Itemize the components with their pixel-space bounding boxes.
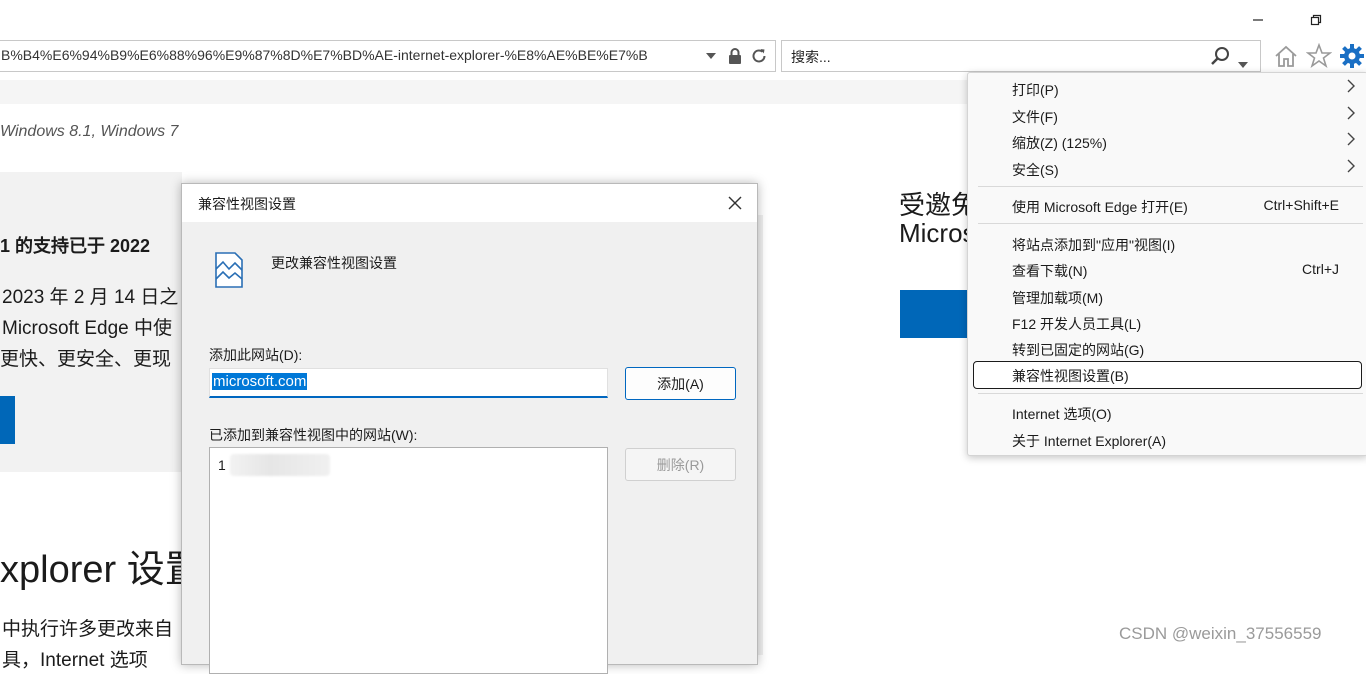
menu-item-label: 打印(P): [1012, 82, 1059, 98]
dialog-title-bar[interactable]: 兼容性视图设置: [182, 184, 757, 222]
search-icon[interactable]: [1210, 46, 1232, 70]
added-sites-label: 已添加到兼容性视图中的网站(W):: [209, 427, 418, 443]
refresh-icon[interactable]: [749, 46, 769, 66]
menu-item-label: Internet 选项(O): [1012, 406, 1112, 422]
add-site-input[interactable]: microsoft.com: [209, 368, 608, 398]
menu-item-label: 管理加载项(M): [1012, 290, 1103, 306]
dialog-title: 兼容性视图设置: [198, 196, 296, 212]
tools-gear-icon[interactable]: [1338, 42, 1366, 70]
notice-action-button[interactable]: [0, 396, 15, 444]
submenu-chevron-icon: [1347, 106, 1355, 124]
submenu-chevron-icon: [1347, 132, 1355, 150]
menu-item-label: 文件(F): [1012, 109, 1058, 125]
address-bar[interactable]: B%B4%E6%94%B9%E6%88%96%E9%87%8D%E7%BD%AE…: [0, 40, 776, 72]
menu-item-file[interactable]: 文件(F): [968, 103, 1366, 129]
close-icon[interactable]: [721, 190, 749, 216]
menu-separator: [978, 393, 1363, 394]
redacted-text-blur: [229, 454, 330, 476]
submenu-chevron-icon: [1347, 159, 1355, 177]
minimize-icon[interactable]: [1243, 8, 1273, 32]
add-button[interactable]: 添加(A): [625, 367, 736, 400]
list-item-text: 1: [218, 457, 226, 473]
tools-context-menu: 打印(P) 文件(F) 缩放(Z) (125%) 安全(S) 使用 Microsoft …: [967, 72, 1366, 456]
menu-item-view-downloads[interactable]: 查看下载(N) Ctrl+J: [968, 257, 1366, 283]
menu-item-label: 将站点添加到"应用"视图(I): [1012, 237, 1176, 253]
add-site-label: 添加此网站(D):: [209, 347, 303, 363]
menu-item-zoom[interactable]: 缩放(Z) (125%): [968, 129, 1366, 155]
menu-item-add-site-to-apps[interactable]: 将站点添加到"应用"视图(I): [968, 231, 1366, 257]
body-paragraph-line-2: 具，Internet 选项: [2, 650, 148, 671]
applies-to-text: Windows 8.1, Windows 7: [0, 123, 179, 140]
title-bar: [0, 0, 1366, 38]
menu-item-go-to-pinned-sites[interactable]: 转到已固定的网站(G): [968, 336, 1366, 362]
menu-item-label: 查看下载(N): [1012, 263, 1088, 279]
menu-separator: [978, 186, 1363, 187]
notice-paragraph-line-1: 2023 年 2 月 14 日之: [2, 287, 179, 308]
dialog-heading: 更改兼容性视图设置: [271, 255, 397, 271]
compatibility-view-dialog: 兼容性视图设置 更改兼容性视图设置 添加此网站(D): microsoft.co…: [181, 183, 758, 674]
menu-item-label: F12 开发人员工具(L): [1012, 316, 1142, 332]
menu-item-label: 转到已固定的网站(G): [1012, 342, 1145, 358]
favorites-star-icon[interactable]: [1305, 42, 1333, 70]
list-item[interactable]: 1: [218, 454, 330, 476]
support-notice-title: 1 的支持已于 2022: [0, 236, 151, 256]
menu-separator: [978, 223, 1363, 224]
notice-paragraph-line-3: 更快、更安全、更现: [0, 349, 172, 370]
submenu-chevron-icon: [1347, 79, 1355, 97]
promo-heading-line-1: 受邀免: [899, 190, 978, 220]
menu-item-label: 安全(S): [1012, 162, 1059, 178]
notice-paragraph-line-2: Microsoft Edge 中使: [2, 318, 172, 339]
body-paragraph-line-1: 中执行许多更改来自: [2, 619, 174, 640]
menu-item-label: 兼容性视图设置(B): [1012, 368, 1129, 384]
menu-item-label: 关于 Internet Explorer(A): [1012, 433, 1167, 449]
address-url-text[interactable]: B%B4%E6%94%B9%E6%88%96%E9%87%8D%E7%BD%AE…: [1, 47, 701, 63]
menu-item-about-internet-explorer[interactable]: 关于 Internet Explorer(A): [968, 427, 1366, 453]
menu-item-manage-addons[interactable]: 管理加载项(M): [968, 284, 1366, 310]
menu-item-label: 使用 Microsoft Edge 打开(E): [1012, 199, 1188, 215]
menu-item-shortcut: Ctrl+Shift+E: [1263, 197, 1339, 213]
search-placeholder[interactable]: 搜索...: [791, 47, 831, 67]
promo-button[interactable]: [900, 290, 968, 338]
menu-item-open-in-edge[interactable]: 使用 Microsoft Edge 打开(E) Ctrl+Shift+E: [968, 193, 1366, 219]
search-dropdown-icon[interactable]: [1238, 53, 1248, 72]
watermark-text: CSDN @weixin_37556559: [1119, 624, 1322, 643]
search-box[interactable]: 搜索...: [781, 40, 1261, 72]
menu-item-safety[interactable]: 安全(S): [968, 156, 1366, 182]
home-icon[interactable]: [1272, 42, 1300, 70]
menu-item-shortcut: Ctrl+J: [1302, 261, 1339, 277]
restore-icon[interactable]: [1301, 8, 1331, 32]
menu-item-internet-options[interactable]: Internet 选项(O): [968, 400, 1366, 426]
lock-icon[interactable]: [725, 46, 745, 66]
compatibility-page-icon: [213, 251, 245, 289]
dropdown-arrow-icon[interactable]: [701, 46, 721, 66]
remove-button[interactable]: 删除(R): [625, 448, 736, 481]
add-site-input-value[interactable]: microsoft.com: [212, 373, 308, 390]
menu-item-compatibility-view-settings[interactable]: 兼容性视图设置(B): [973, 361, 1362, 389]
menu-item-label: 缩放(Z) (125%): [1012, 135, 1107, 151]
menu-item-print[interactable]: 打印(P): [968, 76, 1366, 102]
menu-item-f12-developer-tools[interactable]: F12 开发人员工具(L): [968, 310, 1366, 336]
promo-heading-line-2: Micros: [899, 218, 976, 248]
page-heading: xplorer 设置: [0, 549, 203, 591]
added-sites-list[interactable]: 1: [209, 447, 608, 674]
